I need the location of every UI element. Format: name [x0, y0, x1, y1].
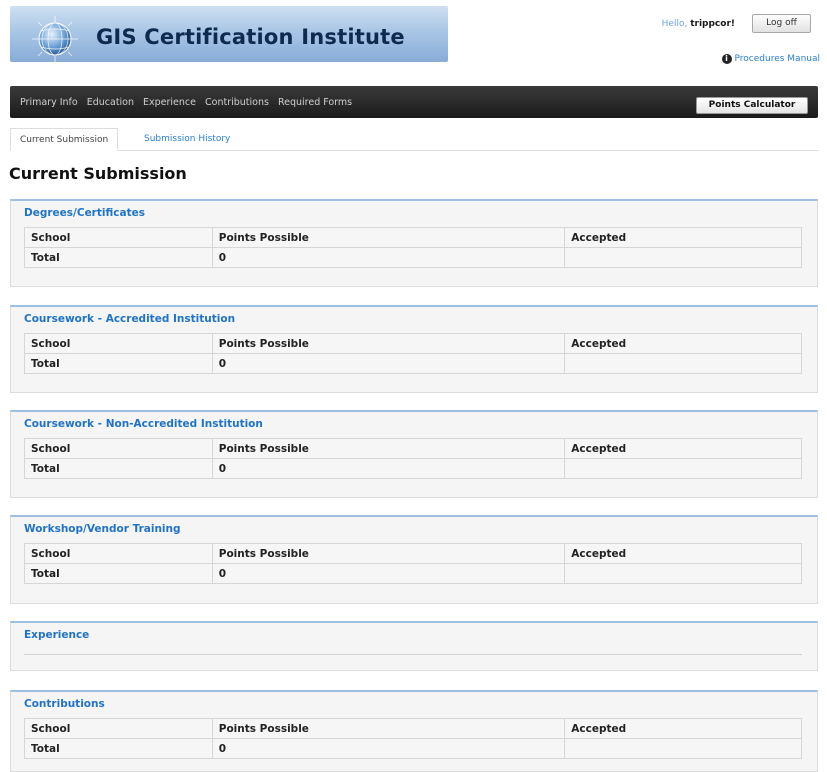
- total-label: Total: [24, 458, 213, 479]
- table-header-row: School Points Possible Accepted: [24, 227, 802, 248]
- nav-item-contributions[interactable]: Contributions: [205, 97, 269, 108]
- total-label: Total: [24, 563, 213, 584]
- panel-experience: Experience: [10, 621, 818, 671]
- panel-title[interactable]: Degrees/Certificates: [24, 207, 145, 219]
- column-header-accepted: Accepted: [564, 333, 802, 354]
- header-banner: GIS Certification Institute: [10, 6, 448, 62]
- total-accepted: [564, 563, 802, 584]
- page-title: Current Submission: [9, 164, 187, 183]
- total-label: Total: [24, 738, 213, 759]
- log-off-button[interactable]: Log off: [752, 14, 811, 33]
- table-total-row: Total 0: [24, 738, 802, 759]
- site-header: GIS Certification Institute Hello, tripp…: [0, 0, 827, 86]
- panel-title[interactable]: Experience: [24, 629, 89, 641]
- info-circle-icon: i: [721, 54, 732, 64]
- points-table: School Points Possible Accepted Total 0: [24, 227, 802, 268]
- total-label: Total: [24, 353, 213, 374]
- total-accepted: [564, 247, 802, 268]
- total-points: 0: [211, 247, 566, 268]
- main-navbar: Primary Info Education Experience Contri…: [10, 86, 818, 118]
- column-header-school: School: [24, 333, 213, 354]
- nav-item-primary-info[interactable]: Primary Info: [20, 97, 78, 108]
- column-header-points-possible: Points Possible: [211, 543, 566, 564]
- column-header-accepted: Accepted: [564, 543, 802, 564]
- panel-title[interactable]: Contributions: [24, 698, 105, 710]
- column-header-school: School: [24, 543, 213, 564]
- panel-workshop-vendor-training: Workshop/Vendor Training School Points P…: [10, 515, 818, 604]
- panel-degrees-certificates: Degrees/Certificates School Points Possi…: [10, 199, 818, 287]
- points-calculator-button[interactable]: Points Calculator: [696, 97, 808, 114]
- column-header-points-possible: Points Possible: [211, 718, 566, 739]
- table-total-row: Total 0: [24, 247, 802, 268]
- table-header-row: School Points Possible Accepted: [24, 718, 802, 739]
- tab-submission-history[interactable]: Submission History: [135, 128, 239, 151]
- column-header-points-possible: Points Possible: [211, 438, 566, 459]
- points-table: School Points Possible Accepted Total 0: [24, 438, 802, 479]
- site-title: GIS Certification Institute: [96, 25, 405, 49]
- tab-current-submission[interactable]: Current Submission: [10, 128, 119, 151]
- nav-item-required-forms[interactable]: Required Forms: [278, 97, 352, 108]
- total-points: 0: [211, 458, 566, 479]
- table-total-row: Total 0: [24, 563, 802, 584]
- panel-coursework-accredited: Coursework - Accredited Institution Scho…: [10, 305, 818, 393]
- table-header-row: School Points Possible Accepted: [24, 543, 802, 564]
- nav-item-experience[interactable]: Experience: [143, 97, 196, 108]
- panel-title[interactable]: Coursework - Accredited Institution: [24, 313, 235, 325]
- points-table: School Points Possible Accepted Total 0: [24, 333, 802, 374]
- panel-divider: [24, 654, 802, 655]
- column-header-school: School: [24, 438, 213, 459]
- column-header-points-possible: Points Possible: [211, 227, 566, 248]
- total-label: Total: [24, 247, 213, 268]
- globe-logo-icon: [32, 16, 78, 62]
- user-greeting: Hello, trippcor!: [662, 19, 735, 29]
- points-table: School Points Possible Accepted Total 0: [24, 543, 802, 584]
- total-accepted: [564, 738, 802, 759]
- panel-title[interactable]: Workshop/Vendor Training: [24, 523, 181, 535]
- column-header-points-possible: Points Possible: [211, 333, 566, 354]
- username: trippcor!: [690, 19, 735, 29]
- column-header-school: School: [24, 227, 213, 248]
- column-header-accepted: Accepted: [564, 227, 802, 248]
- panel-contributions: Contributions School Points Possible Acc…: [10, 690, 818, 772]
- total-accepted: [564, 353, 802, 374]
- total-accepted: [564, 458, 802, 479]
- table-total-row: Total 0: [24, 353, 802, 374]
- points-table: School Points Possible Accepted Total 0: [24, 718, 802, 759]
- panel-title[interactable]: Coursework - Non-Accredited Institution: [24, 418, 263, 430]
- procedures-manual-label: Procedures Manual: [734, 54, 820, 64]
- total-points: 0: [211, 353, 566, 374]
- nav-item-education[interactable]: Education: [87, 97, 134, 108]
- total-points: 0: [211, 563, 566, 584]
- total-points: 0: [211, 738, 566, 759]
- table-total-row: Total 0: [24, 458, 802, 479]
- column-header-accepted: Accepted: [564, 718, 802, 739]
- panel-coursework-non-accredited: Coursework - Non-Accredited Institution …: [10, 410, 818, 498]
- column-header-accepted: Accepted: [564, 438, 802, 459]
- nav-items: Primary Info Education Experience Contri…: [20, 86, 361, 118]
- column-header-school: School: [24, 718, 213, 739]
- table-header-row: School Points Possible Accepted: [24, 333, 802, 354]
- procedures-manual-link[interactable]: i Procedures Manual: [721, 54, 820, 64]
- greeting-text: Hello,: [661, 19, 688, 29]
- table-header-row: School Points Possible Accepted: [24, 438, 802, 459]
- submission-tabs: Current Submission Submission History: [10, 128, 818, 151]
